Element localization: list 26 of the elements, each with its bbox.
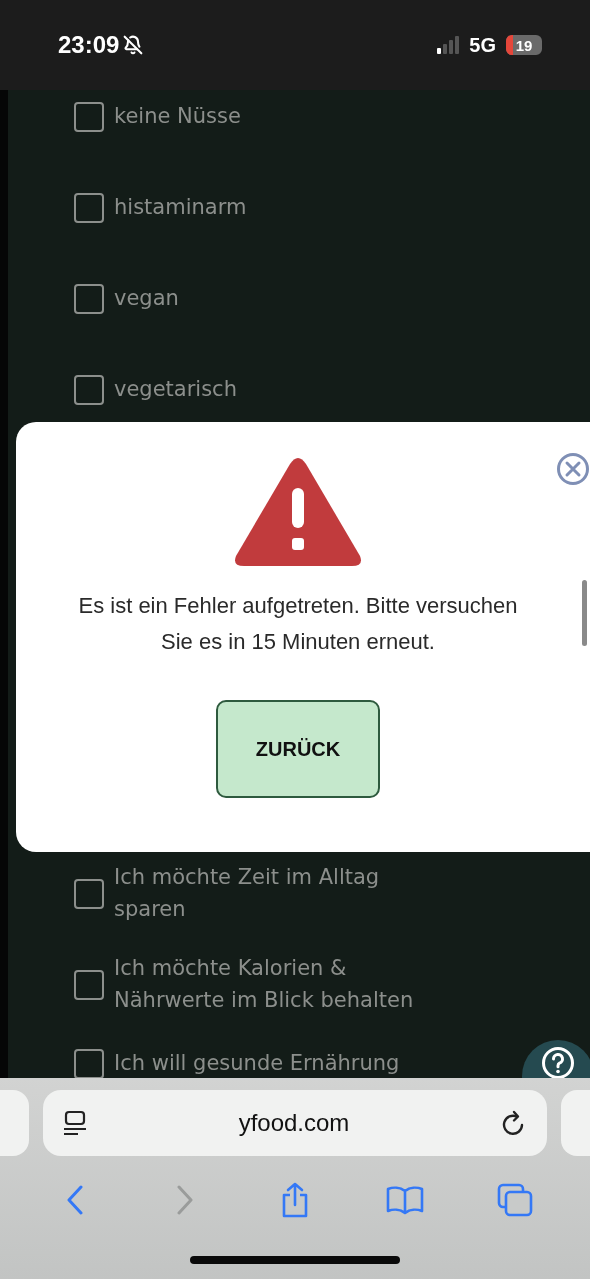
scrollbar bbox=[582, 580, 587, 646]
checkbox[interactable] bbox=[74, 375, 104, 405]
option-label: keine Nüsse bbox=[114, 103, 241, 131]
error-message: Es ist ein Fehler aufgetreten. Bitte versuchen Sie es in 15 Minuten erneut. bbox=[77, 592, 519, 656]
clock: 23:09 bbox=[58, 31, 120, 59]
warning-icon bbox=[234, 458, 362, 568]
option-label: histaminarm bbox=[114, 194, 247, 222]
url-text: yfood.com bbox=[237, 1109, 351, 1137]
checkbox[interactable] bbox=[74, 102, 104, 132]
option-label: vegetarisch bbox=[114, 376, 237, 404]
page-menu-icon bbox=[63, 1110, 87, 1136]
checkbox[interactable] bbox=[74, 969, 104, 1000]
close-icon[interactable] bbox=[556, 452, 590, 486]
back-button[interactable]: ZURÜCK bbox=[216, 700, 380, 798]
question-icon bbox=[541, 1046, 575, 1078]
battery-icon: 19 bbox=[506, 35, 542, 55]
address-bar[interactable]: yfood.com bbox=[43, 1090, 547, 1156]
option-label: Ich möchte Zeit im Alltag sparen bbox=[114, 864, 381, 923]
option-label: vegan bbox=[114, 285, 179, 313]
signal-icon bbox=[437, 36, 460, 54]
checkbox[interactable] bbox=[74, 193, 104, 223]
checkbox[interactable] bbox=[74, 284, 104, 314]
option-label: Ich möchte Kalorien & Nährwerte im Blick behalten bbox=[114, 955, 415, 1014]
network-label: 5G bbox=[469, 33, 496, 57]
option-label: Ich will gesunde Ernährung bbox=[114, 1050, 400, 1078]
checkbox[interactable] bbox=[74, 878, 104, 909]
